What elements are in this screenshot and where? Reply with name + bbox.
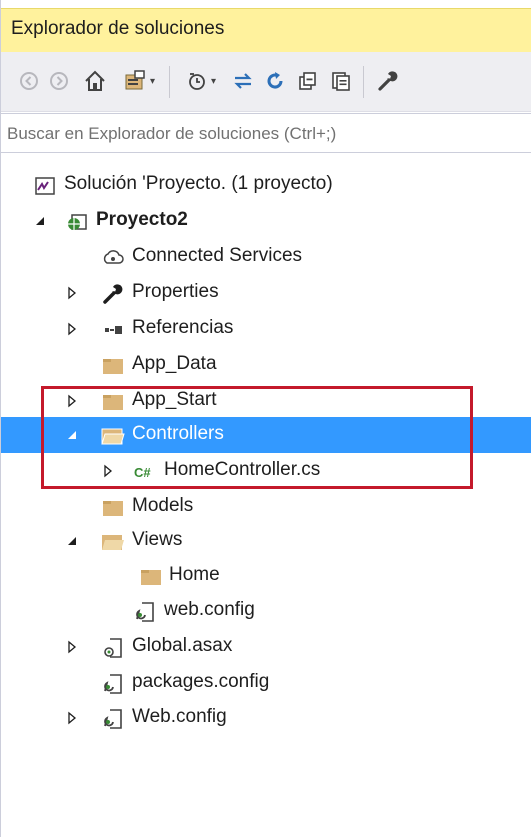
toolbar: ▾ ▾ (1, 52, 531, 112)
refresh-icon[interactable] (261, 64, 289, 98)
solution-icon (33, 175, 57, 197)
tree-item-views-web-config[interactable]: web.config (1, 593, 531, 629)
folder-icon (139, 566, 163, 588)
chevron-down-icon[interactable]: ▾ (211, 76, 216, 87)
web-project-icon (65, 211, 89, 233)
solution-explorer-panel: Explorador de soluciones ▾ ▾ Buscar en E… (0, 0, 531, 837)
expanded-arrow-icon[interactable] (33, 214, 47, 228)
tree-item-label: App_Data (132, 353, 217, 374)
wrench-icon (101, 283, 125, 305)
tree-item-properties[interactable]: Properties (1, 275, 531, 311)
forward-icon[interactable] (47, 64, 71, 98)
collapsed-arrow-icon[interactable] (65, 711, 79, 725)
tree-item-models[interactable]: Models (1, 489, 531, 525)
asax-file-icon (101, 637, 125, 659)
config-file-icon (101, 673, 125, 695)
tree-item-label: Web.config (132, 706, 227, 727)
panel-title: Explorador de soluciones (11, 18, 225, 39)
home-icon[interactable] (81, 64, 109, 98)
tree-item-packages-config[interactable]: packages.config (1, 665, 531, 701)
open-folder-icon (101, 531, 125, 553)
search-box (1, 113, 531, 153)
collapsed-arrow-icon[interactable] (65, 286, 79, 300)
tree-item-label: Home (169, 564, 220, 585)
config-file-icon (133, 601, 157, 623)
pending-changes-icon[interactable]: ▾ (181, 64, 221, 98)
chevron-down-icon[interactable]: ▾ (150, 76, 155, 87)
references-icon (101, 319, 125, 341)
toolbar-separator (169, 66, 170, 98)
tree-item-label: packages.config (132, 671, 270, 692)
panel-title-bar[interactable]: Explorador de soluciones (1, 8, 531, 52)
properties-icon[interactable] (373, 64, 401, 98)
folder-icon (101, 497, 125, 519)
collapsed-arrow-icon[interactable] (65, 322, 79, 336)
tree-item-references[interactable]: Referencias (1, 311, 531, 347)
sync-icon[interactable] (229, 64, 257, 98)
connected-services-icon (101, 247, 125, 269)
tree-item-label: Referencias (132, 317, 234, 338)
tree-item-project[interactable]: Proyecto2 (1, 203, 531, 239)
tree-item-label: Solución 'Proyecto. (1 proyecto) (64, 173, 333, 194)
folder-icon (101, 355, 125, 377)
show-all-files-icon[interactable] (327, 64, 355, 98)
tree-item-label: web.config (164, 599, 255, 620)
tree-item-home[interactable]: Home (1, 558, 531, 594)
tree-item-web-config[interactable]: Web.config (1, 700, 531, 736)
switch-views-icon[interactable]: ▾ (119, 64, 159, 98)
tree-item-label: Global.asax (132, 635, 233, 656)
back-icon[interactable] (17, 64, 41, 98)
config-file-icon (101, 708, 125, 730)
tree-item-views[interactable]: Views (1, 523, 531, 559)
tree-item-label: Connected Services (132, 245, 303, 266)
tree-item-label: Views (132, 529, 183, 550)
collapse-all-icon[interactable] (294, 64, 322, 98)
tree-item-global-asax[interactable]: Global.asax (1, 629, 531, 665)
tree-item-label: Models (132, 495, 194, 516)
highlight-annotation-box (41, 386, 473, 489)
tree-item-connected-services[interactable]: Connected Services (1, 239, 531, 275)
collapsed-arrow-icon[interactable] (65, 640, 79, 654)
tree-item-app-data[interactable]: App_Data (1, 347, 531, 383)
tree-item-label: Proyecto2 (96, 209, 188, 230)
tree-item-solution[interactable]: Solución 'Proyecto. (1 proyecto) (1, 167, 531, 203)
search-input[interactable] (7, 120, 522, 148)
expanded-arrow-icon[interactable] (65, 534, 79, 548)
toolbar-separator (363, 66, 364, 98)
tree-item-label: Properties (132, 281, 219, 302)
